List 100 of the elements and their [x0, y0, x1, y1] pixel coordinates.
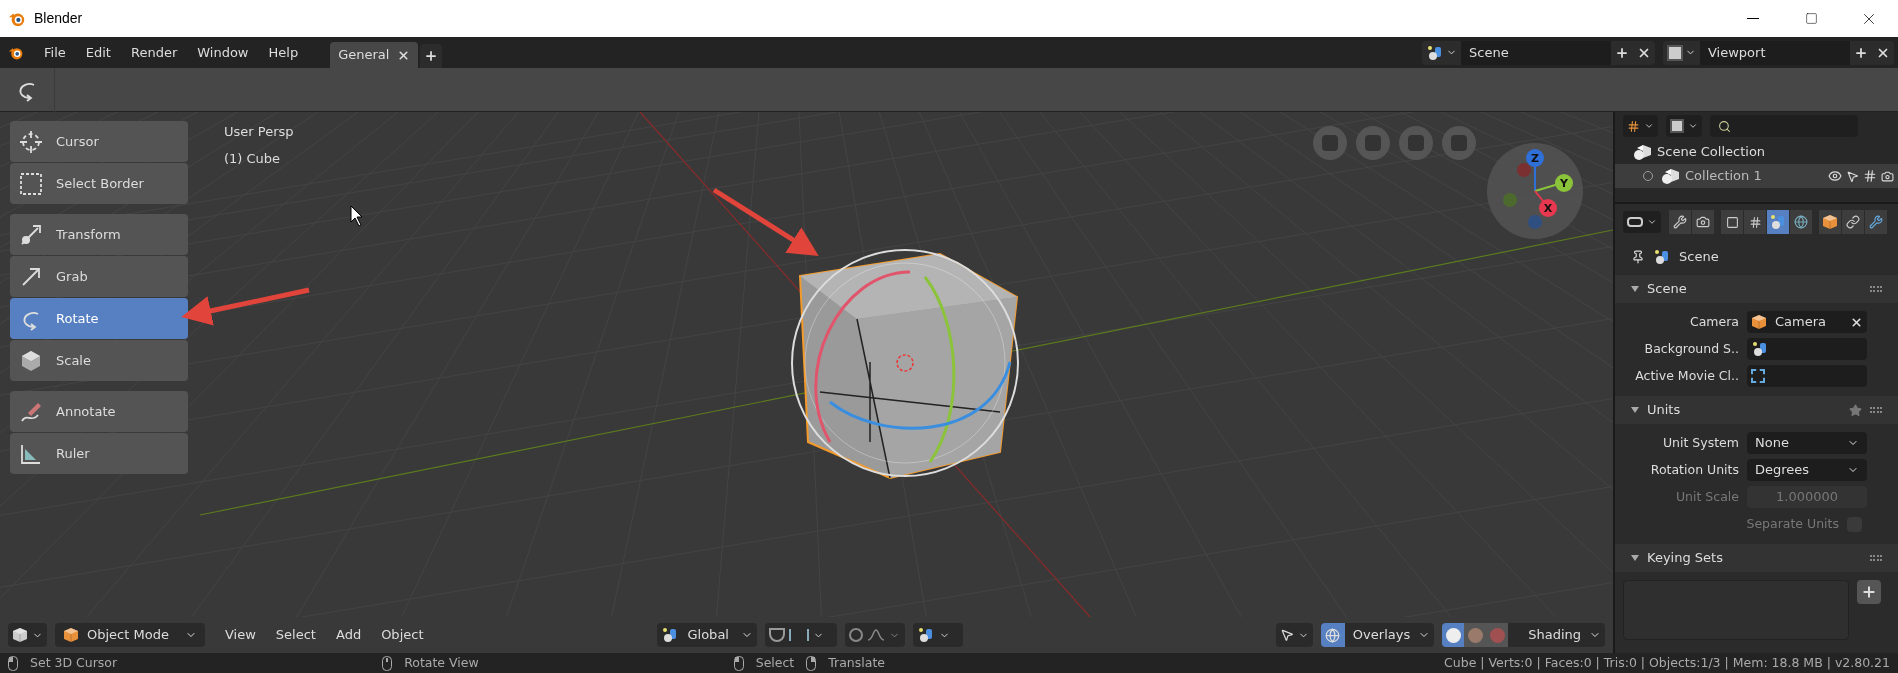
- properties-tab[interactable]: [1790, 210, 1812, 234]
- search-icon: [1718, 119, 1731, 133]
- scene-selector[interactable]: Scene: [1422, 40, 1655, 65]
- grid-icon[interactable]: [1863, 169, 1877, 183]
- minimize-icon: [1747, 18, 1759, 19]
- overlays-dropdown[interactable]: Overlays: [1320, 623, 1435, 647]
- outliner-item[interactable]: Scene Collection: [1657, 142, 1766, 162]
- editor-type-menu[interactable]: [8, 623, 47, 647]
- drag-handle-icon[interactable]: [1870, 286, 1882, 292]
- workspace-tab[interactable]: General: [330, 42, 419, 68]
- property-label: Rotation Units: [1649, 460, 1739, 479]
- magnet-icon: [769, 628, 786, 642]
- scene-name-field[interactable]: Scene: [1461, 40, 1611, 65]
- star-icon[interactable]: [1849, 403, 1862, 417]
- tool-button[interactable]: Grab: [10, 256, 188, 297]
- link-icon: [1846, 215, 1860, 229]
- drag-handle-icon[interactable]: [1870, 555, 1882, 561]
- shading-mode-button[interactable]: [1442, 623, 1465, 647]
- outliner-row[interactable]: Collection 1: [1615, 164, 1898, 188]
- add-icon[interactable]: [1854, 45, 1868, 60]
- menu-item[interactable]: Edit: [85, 42, 111, 63]
- filter-menu[interactable]: [1666, 115, 1702, 137]
- object-field[interactable]: [1747, 338, 1867, 360]
- properties-tab[interactable]: [1721, 210, 1743, 234]
- scene-statistics: Cube | Verts:0 | Faces:0 | Tris:0 | Objects:1/3 | Mem: 18.8 MB | v2.80.21: [1444, 653, 1891, 672]
- status-hint: Set 3D Cursor: [30, 653, 118, 672]
- scene-icon: [1653, 249, 1671, 265]
- 3d-viewport[interactable]: Cursor Select Border Transform Grab Rotate Scale Annotate Ruler User Persp (1) Cube Z Y X: [0, 112, 1613, 617]
- scene-collection-icon: [1633, 143, 1653, 161]
- pointer-icon: [1279, 628, 1294, 642]
- tool-button[interactable]: Rotate: [10, 298, 188, 339]
- add-workspace-button[interactable]: [420, 44, 443, 68]
- status-hint: Rotate View: [404, 653, 479, 672]
- pin-icon[interactable]: [1631, 250, 1645, 264]
- scene-icon: [1769, 214, 1787, 230]
- menu-item[interactable]: File: [44, 42, 66, 63]
- dashed-square-icon: [18, 170, 44, 197]
- outliner-display-menu[interactable]: [1623, 115, 1658, 137]
- properties-tab[interactable]: [1669, 210, 1691, 234]
- collection-icon: [1661, 167, 1681, 185]
- properties-tab[interactable]: [1692, 210, 1714, 234]
- shading-mode-button[interactable]: [1486, 623, 1509, 647]
- header-menu-item[interactable]: View: [225, 625, 256, 645]
- view-layer-selector[interactable]: Viewport: [1663, 40, 1894, 65]
- dropdown-field[interactable]: Degrees: [1747, 459, 1867, 481]
- panel-header[interactable]: Scene: [1615, 274, 1898, 303]
- panel-header[interactable]: Keying Sets: [1615, 543, 1898, 572]
- tool-button[interactable]: Select Border: [10, 163, 188, 204]
- editor-type-menu[interactable]: [1623, 211, 1661, 233]
- tool-button[interactable]: Ruler: [10, 433, 188, 474]
- globe-icon: [1794, 215, 1808, 229]
- clear-icon[interactable]: [1850, 315, 1863, 329]
- tool-button[interactable]: Scale: [10, 340, 188, 381]
- add-button[interactable]: [1857, 580, 1881, 604]
- pivot-dropdown[interactable]: [913, 623, 964, 647]
- mode-dropdown[interactable]: Object Mode: [55, 623, 205, 647]
- outliner-icon: [1627, 119, 1640, 133]
- proportional-edit-toggle[interactable]: [845, 623, 906, 647]
- context-label: Scene: [1679, 248, 1719, 267]
- plus-icon: [424, 49, 439, 63]
- header-menu-item[interactable]: Add: [335, 625, 362, 645]
- header-menu-item[interactable]: Select: [275, 625, 316, 645]
- dropdown-field[interactable]: None: [1747, 432, 1867, 454]
- property-label: Camera: [1688, 312, 1739, 331]
- chevron-down-icon: [1644, 121, 1654, 131]
- pointer-icon[interactable]: [1846, 169, 1859, 183]
- object-field[interactable]: Camera: [1747, 311, 1867, 333]
- menu-item[interactable]: Render: [130, 42, 178, 63]
- cube-icon: [12, 627, 28, 643]
- menu-item[interactable]: Window: [197, 42, 249, 63]
- properties-tab[interactable]: [1767, 210, 1789, 234]
- maximize-icon: [1804, 12, 1818, 25]
- view-layer-name-field[interactable]: Viewport: [1700, 40, 1850, 65]
- cube-icon: [63, 627, 79, 643]
- add-icon[interactable]: [1615, 45, 1629, 60]
- expanded-triangle-icon: [1631, 554, 1639, 562]
- orientation-dropdown[interactable]: Global: [657, 623, 758, 647]
- tool-button[interactable]: Annotate: [10, 391, 188, 432]
- drag-handle-icon[interactable]: [1870, 407, 1882, 413]
- gizmo-toggle[interactable]: [1275, 623, 1313, 647]
- header-menu-item[interactable]: Object: [381, 625, 424, 645]
- tool-icon: [1673, 215, 1687, 229]
- eye-icon[interactable]: [1828, 169, 1842, 183]
- globe-icon: [1325, 627, 1341, 643]
- search-field[interactable]: [1710, 115, 1858, 137]
- properties-tab[interactable]: [1865, 210, 1887, 234]
- properties-tab[interactable]: [1819, 210, 1841, 234]
- properties-editor-icon: [1627, 217, 1643, 227]
- snap-toggle[interactable]: [765, 623, 838, 647]
- tool-button[interactable]: Transform: [10, 214, 188, 255]
- tool-button[interactable]: Cursor: [10, 121, 188, 162]
- panel-header[interactable]: Units: [1615, 395, 1898, 424]
- mouse-icon: [382, 655, 393, 671]
- chevron-down-icon: [1647, 217, 1657, 227]
- navigation-gizmo[interactable]: Z Y X: [1486, 142, 1584, 240]
- menu-item[interactable]: Help: [268, 42, 299, 63]
- chevron-down-icon: [1688, 121, 1698, 131]
- object-field[interactable]: [1747, 365, 1867, 387]
- properties-tab[interactable]: [1744, 210, 1766, 234]
- properties-tab[interactable]: [1842, 210, 1864, 234]
